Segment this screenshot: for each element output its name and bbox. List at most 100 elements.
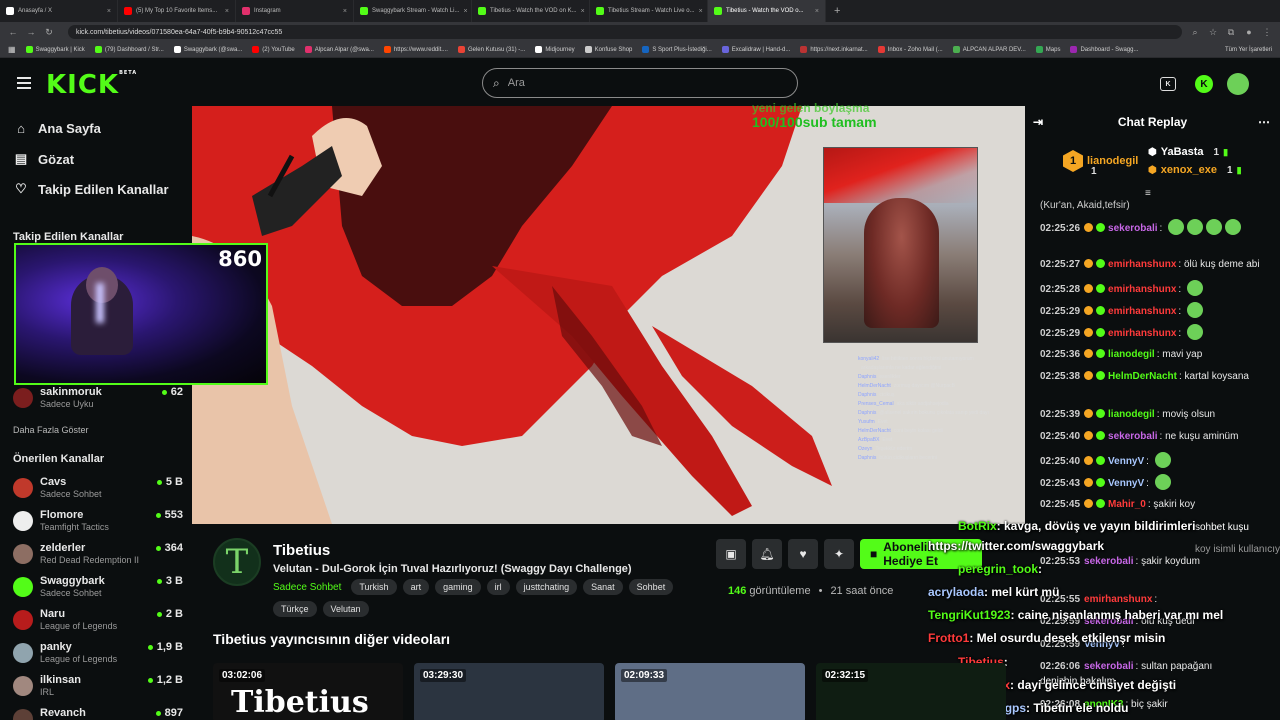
- chat-username[interactable]: sekerobali: [1084, 556, 1133, 567]
- tag-chip[interactable]: Sanat: [583, 579, 623, 595]
- sidebar-channel[interactable]: Swaggybark Sadece Sohbet 3 B: [13, 575, 183, 605]
- forward-icon[interactable]: →: [26, 27, 36, 37]
- sidebar-channel[interactable]: panky League of Legends 1,9 B: [13, 641, 183, 671]
- bookmark-item[interactable]: S Sport Plus-İstediği...: [642, 46, 712, 53]
- channel-avatar[interactable]: T: [213, 538, 261, 586]
- sidebar-channel[interactable]: Revanch 897: [13, 707, 183, 720]
- browser-tab[interactable]: Instagram ×: [236, 0, 354, 22]
- search-bar[interactable]: ⌕: [482, 68, 798, 98]
- tag-chip[interactable]: irl: [486, 579, 510, 595]
- apps-icon[interactable]: ▦: [8, 45, 16, 54]
- sidebar-channel[interactable]: Cavs Sadece Sohbet 5 B: [13, 476, 183, 506]
- bookmark-item[interactable]: Swaggybark | Kick: [25, 46, 85, 53]
- chat-username[interactable]: HelmDerNacht: [1108, 371, 1177, 382]
- chat-username[interactable]: VennyV: [1108, 456, 1144, 467]
- video-thumbnail[interactable]: 02:32:15: [816, 663, 1006, 720]
- chat-username[interactable]: emirhanshunx: [1108, 328, 1176, 339]
- close-tab-icon[interactable]: ×: [107, 8, 111, 15]
- bookmark-item[interactable]: Alpcan Alpar (@swa...: [304, 46, 374, 53]
- close-tab-icon[interactable]: ×: [225, 8, 229, 15]
- chat-username[interactable]: VennyV: [1108, 478, 1144, 489]
- user-avatar[interactable]: [1227, 73, 1249, 95]
- url-field[interactable]: kick.com/tibetius/videos/071580ea-64a7-4…: [68, 25, 1182, 39]
- reload-icon[interactable]: ↻: [44, 27, 54, 38]
- kick-logo[interactable]: KICKBETA: [46, 70, 137, 100]
- chat-menu-icon[interactable]: ⋯: [1258, 115, 1270, 129]
- tag-chip[interactable]: justtchating: [515, 579, 578, 595]
- close-tab-icon[interactable]: ×: [463, 8, 467, 15]
- chat-username[interactable]: sekerobali: [1108, 223, 1157, 234]
- bookmark-item[interactable]: Swaggybark (@swa...: [173, 46, 242, 53]
- category-link[interactable]: Sadece Sohbet: [273, 579, 345, 595]
- chat-username[interactable]: emirhanshunx: [1108, 306, 1176, 317]
- chat-username[interactable]: emirhanshunx: [1108, 284, 1176, 295]
- bookmark-item[interactable]: Gelen Kutusu (31) -...: [457, 46, 525, 53]
- sidebar-channel[interactable]: ilkinsan IRL 1,2 B: [13, 674, 183, 704]
- bookmark-item[interactable]: Midjourney: [535, 46, 575, 53]
- chat-username[interactable]: lianodegil: [1108, 409, 1155, 420]
- tag-chip[interactable]: Türkçe: [273, 601, 317, 617]
- bell-icon[interactable]: 🔔︎: [752, 539, 782, 569]
- top-gifter-3[interactable]: ⬢ xenox_exe 1 ▮: [1148, 164, 1242, 176]
- new-tab-icon[interactable]: +: [834, 5, 840, 17]
- chat-username[interactable]: sekerobali: [1084, 661, 1133, 672]
- tag-chip[interactable]: Sohbet: [628, 579, 674, 595]
- hamburger-menu-icon[interactable]: [17, 77, 31, 89]
- tag-chip[interactable]: Velutan: [322, 601, 369, 617]
- zoom-icon[interactable]: ⌕: [1190, 27, 1200, 38]
- sidebar-channel[interactable]: zelderler Red Dead Redemption II 364: [13, 542, 183, 572]
- bookmark-item[interactable]: Dashboard - Swagg...: [1070, 46, 1138, 53]
- channel-name[interactable]: Tibetius: [273, 542, 330, 559]
- video-thumbnail[interactable]: 03:02:06 Tibetius: [213, 663, 403, 720]
- bookmark-item[interactable]: (2) YouTube: [252, 46, 295, 53]
- browser-tab[interactable]: Tibetius - Watch the VOD o... ×: [708, 0, 826, 22]
- video-thumbnail[interactable]: 02:09:33: [615, 663, 805, 720]
- browser-tab[interactable]: Anasayfa / X ×: [0, 0, 118, 22]
- back-icon[interactable]: ←: [8, 27, 18, 37]
- browser-tab[interactable]: Tibetius Stream - Watch Live o... ×: [590, 0, 708, 22]
- sidebar-nav-browse[interactable]: ▤ Gözat: [14, 151, 74, 167]
- close-tab-icon[interactable]: ×: [581, 8, 585, 15]
- sparkle-icon[interactable]: ✦: [824, 539, 854, 569]
- sidebar-nav-home[interactable]: ⌂ Ana Sayfa: [14, 121, 101, 136]
- follow-heart-icon[interactable]: ♥: [788, 539, 818, 569]
- tag-chip[interactable]: gaming: [435, 579, 481, 595]
- bookmark-item[interactable]: https://www.reddit....: [383, 46, 448, 53]
- tag-chip[interactable]: Turkish: [351, 579, 397, 595]
- extensions-icon[interactable]: ⧉: [1226, 27, 1236, 38]
- browser-tab[interactable]: (5) My Top 10 Favorite Items... ×: [118, 0, 236, 22]
- menu-icon[interactable]: ⋮: [1262, 27, 1272, 38]
- chat-username[interactable]: Mahir_0: [1108, 499, 1146, 510]
- top-gifter-2[interactable]: ⬢ YaBasta 1 ▮: [1148, 146, 1228, 158]
- chat-username[interactable]: emirhanshunx: [1084, 594, 1152, 605]
- sidebar-channel[interactable]: Naru League of Legends 2 B: [13, 608, 183, 638]
- close-tab-icon[interactable]: ×: [343, 8, 347, 15]
- profile-icon[interactable]: ●: [1244, 27, 1254, 37]
- collapse-chat-icon[interactable]: ⇥: [1033, 115, 1043, 129]
- close-tab-icon[interactable]: ×: [699, 8, 703, 15]
- bookmark-item[interactable]: Excalidraw | Hand-d...: [721, 46, 790, 53]
- bookmark-star-icon[interactable]: ☆: [1208, 27, 1218, 38]
- top-gifter-1[interactable]: 1 lianodegil 1: [1063, 150, 1138, 177]
- chat-username[interactable]: sekerobali: [1108, 431, 1157, 442]
- tag-chip[interactable]: art: [402, 579, 430, 595]
- close-tab-icon[interactable]: ×: [815, 8, 819, 15]
- bookmark-item[interactable]: ALPCAN ALPAR DEV...: [952, 46, 1026, 53]
- bookmark-item[interactable]: Inbox - Zoho Mail (...: [877, 46, 943, 53]
- watch-party-icon[interactable]: K: [1160, 77, 1176, 91]
- bookmark-item[interactable]: (79) Dashboard / Str...: [94, 46, 164, 53]
- sidebar-channel[interactable]: sakinmoruk Sadece Uyku 62: [13, 386, 183, 416]
- show-more-link[interactable]: Daha Fazla Göster: [13, 425, 89, 435]
- all-bookmarks-link[interactable]: Tüm Yer İşaretleri: [1225, 47, 1272, 53]
- chat-username[interactable]: lianodegil: [1108, 349, 1155, 360]
- bookmark-item[interactable]: Maps: [1035, 46, 1060, 53]
- browser-tab[interactable]: Swaggybark Stream - Watch Li... ×: [354, 0, 472, 22]
- chat-username[interactable]: emirhanshunx: [1108, 259, 1176, 270]
- kick-points-icon[interactable]: K: [1195, 75, 1213, 93]
- sidebar-channel[interactable]: Flomore Teamfight Tactics 553: [13, 509, 183, 539]
- search-input[interactable]: [507, 77, 787, 89]
- video-thumbnail[interactable]: 03:29:30: [414, 663, 604, 720]
- bookmark-item[interactable]: Konfuse Shop: [584, 46, 632, 53]
- clip-icon[interactable]: ▣: [716, 539, 746, 569]
- browser-tab[interactable]: Tibetius - Watch the VOD on K... ×: [472, 0, 590, 22]
